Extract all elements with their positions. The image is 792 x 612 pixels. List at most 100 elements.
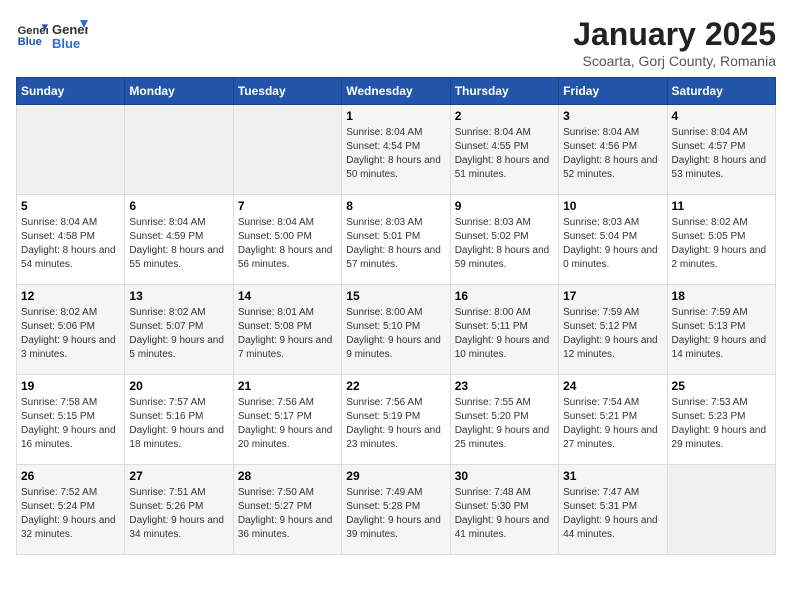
day-number: 3	[563, 109, 662, 123]
day-number: 7	[238, 199, 337, 213]
day-number: 15	[346, 289, 445, 303]
day-info: Sunrise: 7:49 AMSunset: 5:28 PMDaylight:…	[346, 486, 445, 542]
day-info: Sunrise: 8:01 AMSunset: 5:08 PMDaylight:…	[238, 306, 337, 362]
day-info: Sunrise: 8:04 AMSunset: 4:59 PMDaylight:…	[129, 216, 228, 272]
day-info: Sunrise: 8:00 AMSunset: 5:10 PMDaylight:…	[346, 306, 445, 362]
calendar-cell: 20Sunrise: 7:57 AMSunset: 5:16 PMDayligh…	[125, 375, 233, 465]
day-info: Sunrise: 7:59 AMSunset: 5:12 PMDaylight:…	[563, 306, 662, 362]
calendar-title: January 2025	[573, 16, 776, 53]
calendar-cell: 8Sunrise: 8:03 AMSunset: 5:01 PMDaylight…	[342, 195, 450, 285]
day-info: Sunrise: 7:48 AMSunset: 5:30 PMDaylight:…	[455, 486, 554, 542]
day-number: 14	[238, 289, 337, 303]
logo-icon: General Blue	[16, 18, 48, 50]
calendar-cell: 19Sunrise: 7:58 AMSunset: 5:15 PMDayligh…	[17, 375, 125, 465]
day-info: Sunrise: 8:00 AMSunset: 5:11 PMDaylight:…	[455, 306, 554, 362]
calendar-cell: 22 Sunrise: 7:56 AMSunset: 5:19 PMDayligh…	[342, 375, 450, 465]
calendar-cell	[17, 105, 125, 195]
day-number: 6	[129, 199, 228, 213]
calendar-cell: 28 Sunrise: 7:50 AMSunset: 5:27 PMDayligh…	[233, 465, 341, 555]
day-number: 12	[21, 289, 120, 303]
day-info: Sunrise: 8:04 AMSunset: 4:55 PMDaylight:…	[455, 126, 554, 182]
calendar-cell: 15 Sunrise: 8:00 AMSunset: 5:10 PMDayligh…	[342, 285, 450, 375]
day-info: Sunrise: 7:51 AMSunset: 5:26 PMDaylight:…	[129, 486, 228, 542]
calendar-cell: 26Sunrise: 7:52 AMSunset: 5:24 PMDayligh…	[17, 465, 125, 555]
day-number: 16	[455, 289, 554, 303]
calendar-cell: 17 Sunrise: 7:59 AMSunset: 5:12 PMDayligh…	[559, 285, 667, 375]
calendar-cell: 6 Sunrise: 8:04 AMSunset: 4:59 PMDaylight…	[125, 195, 233, 285]
calendar-cell: 13Sunrise: 8:02 AMSunset: 5:07 PMDayligh…	[125, 285, 233, 375]
calendar-cell: 25 Sunrise: 7:53 AMSunset: 5:23 PMDayligh…	[667, 375, 775, 465]
calendar-cell: 21 Sunrise: 7:56 AMSunset: 5:17 PMDayligh…	[233, 375, 341, 465]
calendar-week-row: 26Sunrise: 7:52 AMSunset: 5:24 PMDayligh…	[17, 465, 776, 555]
calendar-cell	[667, 465, 775, 555]
day-info: Sunrise: 7:56 AMSunset: 5:17 PMDaylight:…	[238, 396, 337, 452]
calendar-cell: 2 Sunrise: 8:04 AMSunset: 4:55 PMDaylight…	[450, 105, 558, 195]
calendar-cell: 12 Sunrise: 8:02 AMSunset: 5:06 PMDayligh…	[17, 285, 125, 375]
day-number: 28	[238, 469, 337, 483]
day-info: Sunrise: 8:04 AMSunset: 4:54 PMDaylight:…	[346, 126, 445, 182]
calendar-week-row: 1Sunrise: 8:04 AMSunset: 4:54 PMDaylight…	[17, 105, 776, 195]
day-number: 24	[563, 379, 662, 393]
calendar-cell: 1Sunrise: 8:04 AMSunset: 4:54 PMDaylight…	[342, 105, 450, 195]
logo-bird-icon: General Blue	[52, 16, 88, 52]
calendar-cell: 7 Sunrise: 8:04 AMSunset: 5:00 PMDaylight…	[233, 195, 341, 285]
day-info: Sunrise: 7:59 AMSunset: 5:13 PMDaylight:…	[672, 306, 771, 362]
calendar-cell: 24 Sunrise: 7:54 AMSunset: 5:21 PMDayligh…	[559, 375, 667, 465]
day-info: Sunrise: 8:02 AMSunset: 5:06 PMDaylight:…	[21, 306, 120, 362]
calendar-cell: 30 Sunrise: 7:48 AMSunset: 5:30 PMDayligh…	[450, 465, 558, 555]
calendar-cell: 3Sunrise: 8:04 AMSunset: 4:56 PMDaylight…	[559, 105, 667, 195]
calendar-cell	[233, 105, 341, 195]
day-number: 27	[129, 469, 228, 483]
day-info: Sunrise: 7:53 AMSunset: 5:23 PMDaylight:…	[672, 396, 771, 452]
day-info: Sunrise: 8:04 AMSunset: 4:57 PMDaylight:…	[672, 126, 771, 182]
day-info: Sunrise: 8:03 AMSunset: 5:02 PMDaylight:…	[455, 216, 554, 272]
calendar-week-row: 19Sunrise: 7:58 AMSunset: 5:15 PMDayligh…	[17, 375, 776, 465]
day-number: 31	[563, 469, 662, 483]
calendar-cell: 5Sunrise: 8:04 AMSunset: 4:58 PMDaylight…	[17, 195, 125, 285]
calendar-cell: 31 Sunrise: 7:47 AMSunset: 5:31 PMDayligh…	[559, 465, 667, 555]
day-number: 4	[672, 109, 771, 123]
day-number: 13	[129, 289, 228, 303]
calendar-cell: 18 Sunrise: 7:59 AMSunset: 5:13 PMDayligh…	[667, 285, 775, 375]
calendar-week-row: 5Sunrise: 8:04 AMSunset: 4:58 PMDaylight…	[17, 195, 776, 285]
day-number: 10	[563, 199, 662, 213]
calendar-table: SundayMondayTuesdayWednesdayThursdayFrid…	[16, 77, 776, 555]
weekday-header: Friday	[559, 78, 667, 105]
day-info: Sunrise: 7:56 AMSunset: 5:19 PMDaylight:…	[346, 396, 445, 452]
day-number: 23	[455, 379, 554, 393]
day-info: Sunrise: 7:54 AMSunset: 5:21 PMDaylight:…	[563, 396, 662, 452]
weekday-header: Thursday	[450, 78, 558, 105]
calendar-cell: 16 Sunrise: 8:00 AMSunset: 5:11 PMDayligh…	[450, 285, 558, 375]
day-number: 25	[672, 379, 771, 393]
calendar-cell: 29 Sunrise: 7:49 AMSunset: 5:28 PMDayligh…	[342, 465, 450, 555]
logo: General Blue General Blue	[16, 16, 88, 52]
calendar-subtitle: Scoarta, Gorj County, Romania	[573, 53, 776, 69]
day-number: 18	[672, 289, 771, 303]
day-info: Sunrise: 8:02 AMSunset: 5:05 PMDaylight:…	[672, 216, 771, 272]
weekday-header: Wednesday	[342, 78, 450, 105]
day-info: Sunrise: 8:04 AMSunset: 4:58 PMDaylight:…	[21, 216, 120, 272]
calendar-cell	[125, 105, 233, 195]
day-number: 17	[563, 289, 662, 303]
day-number: 9	[455, 199, 554, 213]
weekday-header: Tuesday	[233, 78, 341, 105]
weekday-header-row: SundayMondayTuesdayWednesdayThursdayFrid…	[17, 78, 776, 105]
day-number: 21	[238, 379, 337, 393]
day-number: 29	[346, 469, 445, 483]
day-info: Sunrise: 7:55 AMSunset: 5:20 PMDaylight:…	[455, 396, 554, 452]
title-block: January 2025 Scoarta, Gorj County, Roman…	[573, 16, 776, 69]
calendar-cell: 14 Sunrise: 8:01 AMSunset: 5:08 PMDayligh…	[233, 285, 341, 375]
calendar-cell: 11Sunrise: 8:02 AMSunset: 5:05 PMDayligh…	[667, 195, 775, 285]
calendar-week-row: 12 Sunrise: 8:02 AMSunset: 5:06 PMDayligh…	[17, 285, 776, 375]
day-number: 20	[129, 379, 228, 393]
calendar-cell: 23 Sunrise: 7:55 AMSunset: 5:20 PMDayligh…	[450, 375, 558, 465]
day-number: 30	[455, 469, 554, 483]
svg-text:Blue: Blue	[52, 36, 80, 51]
day-info: Sunrise: 8:04 AMSunset: 5:00 PMDaylight:…	[238, 216, 337, 272]
day-info: Sunrise: 7:47 AMSunset: 5:31 PMDaylight:…	[563, 486, 662, 542]
day-info: Sunrise: 7:58 AMSunset: 5:15 PMDaylight:…	[21, 396, 120, 452]
day-number: 22	[346, 379, 445, 393]
day-info: Sunrise: 7:50 AMSunset: 5:27 PMDaylight:…	[238, 486, 337, 542]
weekday-header: Sunday	[17, 78, 125, 105]
day-number: 2	[455, 109, 554, 123]
